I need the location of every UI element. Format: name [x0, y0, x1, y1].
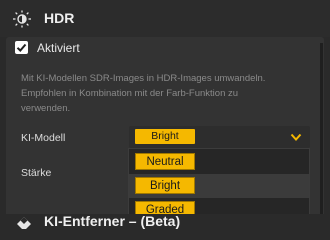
section-title: HDR	[44, 10, 75, 26]
dropdown-option-bright[interactable]: Bright	[129, 174, 309, 198]
ai-model-select[interactable]: Bright	[129, 126, 310, 148]
option-label: Bright	[135, 177, 195, 194]
checkmark-icon	[16, 43, 27, 52]
ai-model-label: KI-Modell	[21, 132, 66, 144]
eraser-icon	[17, 217, 31, 229]
description-line: Mit KI-Modellen SDR-Images in HDR-Images…	[21, 73, 266, 84]
description-line: verwenden.	[21, 103, 71, 114]
description-line: Empfohlen in Kombination mit der Farb-Fu…	[21, 88, 239, 99]
option-label: Neutral	[135, 153, 195, 170]
strength-label: Stärke	[21, 167, 52, 179]
chevron-down-icon[interactable]	[290, 132, 302, 142]
hdr-sun-icon	[13, 10, 31, 28]
hdr-description: Mit KI-Modellen SDR-Images in HDR-Images…	[21, 71, 321, 116]
activated-label[interactable]: Aktiviert	[37, 41, 80, 55]
hdr-section-header[interactable]: HDR	[0, 0, 330, 37]
ai-model-dropdown: Neutral Bright Graded	[128, 148, 310, 222]
activated-checkbox[interactable]	[15, 41, 28, 54]
section-title: KI-Entferner – (Beta)	[44, 213, 181, 229]
dropdown-option-neutral[interactable]: Neutral	[129, 150, 309, 174]
selected-model-value: Bright	[135, 129, 195, 144]
panel-scrollbar[interactable]	[320, 43, 323, 219]
